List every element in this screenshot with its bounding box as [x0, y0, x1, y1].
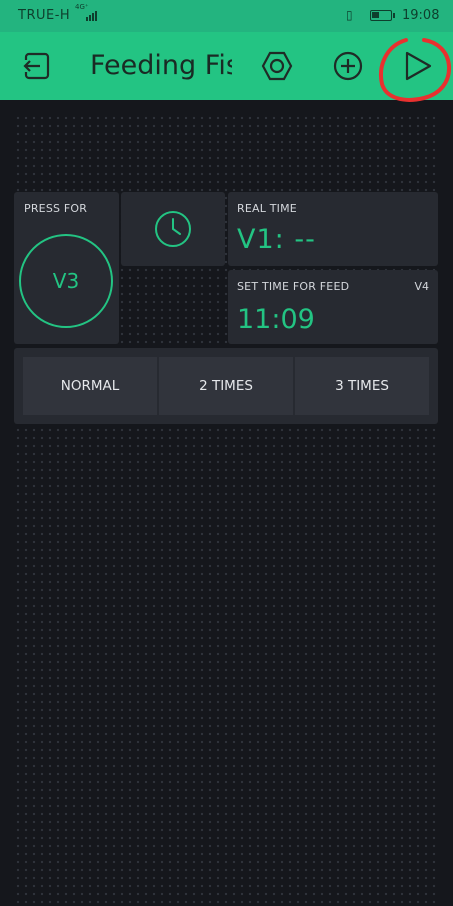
- feed-button[interactable]: V3: [19, 234, 113, 328]
- feed-time-label: SET TIME FOR FEED: [237, 280, 350, 293]
- add-icon[interactable]: [326, 32, 370, 100]
- clock-widget[interactable]: [121, 192, 225, 266]
- app-bar: Feeding Fish: [0, 32, 453, 100]
- mode-selector-widget: NORMAL 2 TIMES 3 TIMES: [14, 348, 438, 424]
- app-title: Feeding Fish: [90, 50, 232, 81]
- real-time-label: REAL TIME: [237, 202, 297, 215]
- settings-icon[interactable]: [255, 32, 299, 100]
- segment-2-times[interactable]: 2 TIMES: [159, 357, 293, 415]
- status-time: 19:08: [402, 8, 440, 23]
- segment-normal[interactable]: NORMAL: [23, 357, 157, 415]
- clock-icon: [155, 211, 191, 247]
- network-type: 4G⁺: [75, 3, 89, 11]
- button-pin: V3: [52, 269, 80, 293]
- vibrate-icon: ▯: [346, 8, 353, 22]
- segment-3-times[interactable]: 3 TIMES: [295, 357, 429, 415]
- real-time-widget: REAL TIME V1: --: [228, 192, 438, 266]
- button-label: PRESS FOR: [24, 202, 88, 215]
- feed-time-widget[interactable]: SET TIME FOR FEED V4 11:09: [228, 270, 438, 344]
- feed-time-value: 11:09: [237, 304, 315, 335]
- feed-time-pin: V4: [414, 280, 429, 293]
- battery-icon: [370, 10, 395, 21]
- back-icon[interactable]: [16, 32, 56, 100]
- real-time-value: V1: --: [237, 224, 316, 255]
- button-widget: PRESS FOR V3: [14, 192, 119, 344]
- carrier-name: TRUE-H: [18, 8, 71, 23]
- segmented-switch: NORMAL 2 TIMES 3 TIMES: [23, 357, 429, 415]
- play-icon[interactable]: [392, 32, 442, 100]
- status-bar: TRUE-H 4G⁺ ▯ 19:08: [0, 0, 453, 32]
